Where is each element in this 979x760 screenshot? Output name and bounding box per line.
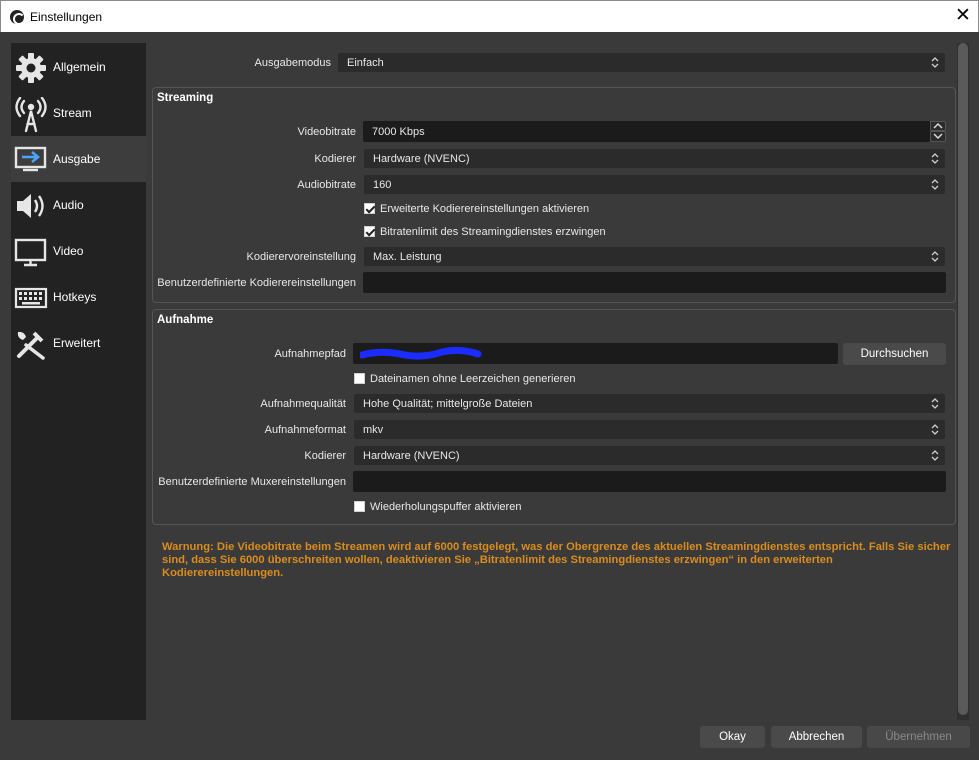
keyboard-icon	[14, 287, 48, 309]
combo-arrows-icon	[931, 179, 939, 190]
apply-button[interactable]: Übernehmen	[867, 726, 970, 748]
chevron-up-icon	[933, 123, 943, 129]
sidebar-item-hotkeys[interactable]: Hotkeys	[11, 274, 146, 320]
recording-format-select[interactable]: mkv	[353, 419, 946, 440]
monitor-icon	[14, 238, 47, 267]
cancel-button[interactable]: Abbrechen	[771, 726, 862, 748]
output-icon	[14, 146, 47, 172]
recording-path-label: Aufnahmepfad	[274, 348, 346, 360]
enforce-limits-label: Bitratenlimit des Streamingdienstes erzw…	[380, 226, 606, 238]
recording-encoder-select[interactable]: Hardware (NVENC)	[353, 445, 946, 466]
enforce-limits-checkbox[interactable]	[364, 226, 375, 237]
window-title: Einstellungen	[30, 10, 103, 24]
bitrate-warning-text: Warnung: Die Videobitrate beim Streamen …	[162, 541, 951, 579]
redaction-scribble	[360, 346, 482, 360]
recording-path-input[interactable]	[353, 343, 838, 364]
streaming-group	[152, 87, 956, 303]
tools-icon	[17, 331, 45, 360]
encoder-value: Hardware (NVENC)	[373, 153, 470, 165]
recording-quality-value: Hohe Qualität; mittelgroße Dateien	[363, 398, 533, 410]
gear-icon	[16, 53, 46, 83]
audio-bitrate-value: 160	[373, 179, 392, 191]
encoder-label: Kodierer	[314, 153, 356, 165]
recording-encoder-label: Kodierer	[304, 450, 346, 462]
obs-logo-icon	[10, 10, 25, 25]
combo-arrows-icon	[931, 153, 939, 164]
video-bitrate-spin-down[interactable]	[930, 131, 946, 142]
sidebar-item-label: Audio	[53, 198, 84, 212]
chevron-down-icon	[933, 133, 943, 139]
audio-bitrate-label: Audiobitrate	[297, 179, 356, 191]
custom-muxer-label: Benutzerdefinierte Muxereinstellungen	[158, 476, 346, 488]
replay-buffer-checkbox[interactable]	[354, 501, 365, 512]
combo-arrows-icon	[931, 450, 939, 461]
sidebar-item-video[interactable]: Video	[11, 228, 146, 274]
no-spaces-label: Dateinamen ohne Leerzeichen generieren	[370, 373, 576, 385]
sidebar-item-allgemein[interactable]: Allgemein	[11, 44, 146, 90]
recording-format-value: mkv	[363, 424, 384, 436]
custom-encoder-settings-input[interactable]	[363, 272, 946, 293]
sidebar-item-audio[interactable]: Audio	[11, 182, 146, 228]
encoder-preset-select[interactable]: Max. Leistung	[363, 246, 946, 267]
output-mode-select[interactable]: Einfach	[337, 52, 946, 73]
custom-encoder-settings-label: Benutzerdefinierte Kodierereinstellungen	[157, 277, 356, 289]
combo-arrows-icon	[931, 57, 939, 68]
sidebar-item-stream[interactable]: Stream	[11, 90, 146, 136]
output-mode-label: Ausgabemodus	[254, 57, 331, 69]
sidebar-item-label: Video	[53, 244, 84, 258]
ok-button[interactable]: Okay	[700, 726, 765, 748]
advanced-encoder-checkbox[interactable]	[364, 203, 375, 214]
sidebar-item-label: Stream	[53, 106, 92, 120]
speaker-icon	[17, 194, 44, 218]
video-bitrate-spin-up[interactable]	[930, 121, 946, 131]
scrollbar-thumb[interactable]	[958, 43, 968, 715]
combo-arrows-icon	[931, 251, 939, 262]
sidebar-item-label: Allgemein	[53, 60, 106, 74]
sidebar-item-erweitert[interactable]: Erweitert	[11, 320, 146, 366]
video-bitrate-input[interactable]: 7000 Kbps	[363, 121, 930, 142]
sidebar-item-label: Hotkeys	[53, 290, 97, 304]
encoder-select[interactable]: Hardware (NVENC)	[363, 148, 946, 169]
recording-format-label: Aufnahmeformat	[264, 424, 346, 436]
streaming-group-title: Streaming	[157, 92, 214, 104]
video-bitrate-value: 7000 Kbps	[372, 126, 425, 138]
recording-group	[152, 309, 956, 525]
recording-group-title: Aufnahme	[157, 314, 214, 326]
recording-quality-select[interactable]: Hohe Qualität; mittelgroße Dateien	[353, 393, 946, 414]
custom-muxer-input[interactable]	[353, 471, 946, 492]
title-bar: Einstellungen ✕	[0, 0, 979, 32]
antenna-icon	[15, 97, 47, 133]
close-icon[interactable]: ✕	[948, 1, 978, 31]
recording-encoder-value: Hardware (NVENC)	[363, 450, 460, 462]
sidebar-item-ausgabe[interactable]: Ausgabe	[11, 136, 146, 182]
output-mode-value: Einfach	[347, 57, 384, 69]
video-bitrate-label: Videobitrate	[297, 126, 356, 138]
audio-bitrate-select[interactable]: 160	[363, 174, 946, 195]
sidebar-item-label: Ausgabe	[53, 152, 101, 166]
no-spaces-checkbox[interactable]	[354, 373, 365, 384]
combo-arrows-icon	[931, 398, 939, 409]
encoder-preset-label: Kodierervoreinstellung	[246, 251, 356, 263]
advanced-encoder-label: Erweiterte Kodierereinstellungen aktivie…	[380, 203, 590, 215]
sidebar-item-label: Erweitert	[53, 336, 101, 350]
settings-sidebar: Allgemein Stream Ausgabe Audio Video Hot…	[11, 43, 146, 720]
encoder-preset-value: Max. Leistung	[373, 251, 442, 263]
recording-quality-label: Aufnahmequalität	[260, 398, 346, 410]
replay-buffer-label: Wiederholungspuffer aktivieren	[370, 501, 522, 513]
combo-arrows-icon	[931, 424, 939, 435]
browse-button[interactable]: Durchsuchen	[843, 343, 946, 365]
